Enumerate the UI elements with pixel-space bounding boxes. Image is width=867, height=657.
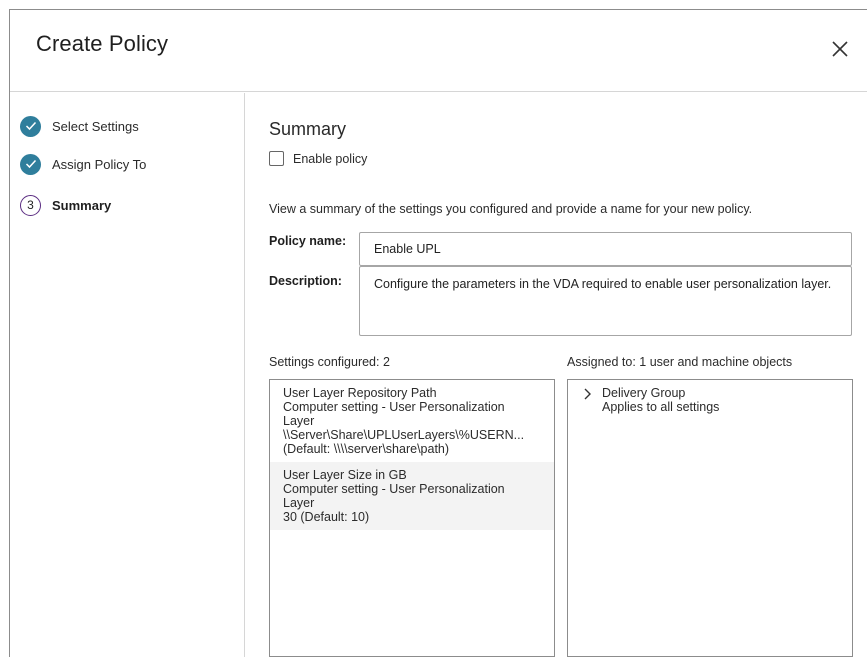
create-policy-dialog: Create Policy Select Settings Assign Pol…: [9, 9, 867, 657]
check-icon: [20, 153, 41, 175]
setting-category: Computer setting - User Personalization: [283, 400, 505, 414]
chevron-right-icon[interactable]: [582, 387, 594, 401]
setting-value: \\Server\Share\UPLUserLayers\%USERN...: [283, 428, 525, 442]
step-label: Summary: [52, 197, 112, 213]
policy-name-label: Policy name:: [269, 234, 347, 248]
wizard-steps: Select Settings Assign Policy To 3 Summa…: [10, 93, 245, 657]
setting-default: (Default: \\\\server\share\path): [283, 442, 450, 456]
step-assign-policy-to[interactable]: Assign Policy To: [20, 153, 240, 175]
close-icon: [832, 41, 848, 57]
setting-category-cont: Layer: [283, 496, 315, 510]
setting-name: User Layer Size in GB: [283, 468, 407, 482]
settings-configured-list[interactable]: User Layer Repository Path Computer sett…: [269, 379, 555, 657]
enable-policy-checkbox-row[interactable]: Enable policy: [269, 151, 367, 166]
assigned-object-name: Delivery Group: [602, 386, 686, 400]
dialog-header: Create Policy: [10, 10, 867, 92]
assigned-to-header: Assigned to: 1 user and machine objects: [567, 355, 793, 369]
setting-value: 30 (Default: 10): [283, 510, 370, 524]
settings-configured-header: Settings configured: 2: [269, 355, 390, 369]
list-item[interactable]: Delivery Group Applies to all settings: [568, 380, 852, 420]
step-select-settings[interactable]: Select Settings: [20, 115, 240, 137]
enable-policy-label: Enable policy: [293, 151, 368, 166]
list-item[interactable]: User Layer Repository Path Computer sett…: [270, 380, 554, 462]
dialog-title: Create Policy: [36, 31, 169, 56]
summary-panel: Summary Enable policy View a summary of …: [246, 93, 867, 657]
assigned-object-detail: Applies to all settings: [602, 400, 720, 414]
summary-intro-text: View a summary of the settings you confi…: [269, 202, 753, 216]
assigned-to-list[interactable]: Delivery Group Applies to all settings: [567, 379, 853, 657]
setting-category: Computer setting - User Personalization: [283, 482, 505, 496]
list-item[interactable]: User Layer Size in GB Computer setting -…: [270, 462, 554, 530]
enable-policy-checkbox[interactable]: [269, 151, 284, 166]
step-label: Assign Policy To: [52, 156, 147, 172]
check-icon: [20, 115, 41, 137]
step-summary[interactable]: 3 Summary: [20, 194, 240, 216]
assigned-object: Delivery Group Applies to all settings: [602, 386, 719, 414]
step-label: Select Settings: [52, 118, 139, 134]
setting-category-cont: Layer: [283, 414, 315, 428]
section-title: Summary: [269, 119, 347, 139]
step-number-badge: 3: [20, 194, 41, 216]
setting-name: User Layer Repository Path: [283, 386, 437, 400]
close-button[interactable]: [826, 35, 854, 63]
policy-name-input[interactable]: [359, 232, 852, 266]
description-label: Description:: [269, 274, 342, 288]
description-textarea[interactable]: Configure the parameters in the VDA requ…: [359, 266, 852, 336]
